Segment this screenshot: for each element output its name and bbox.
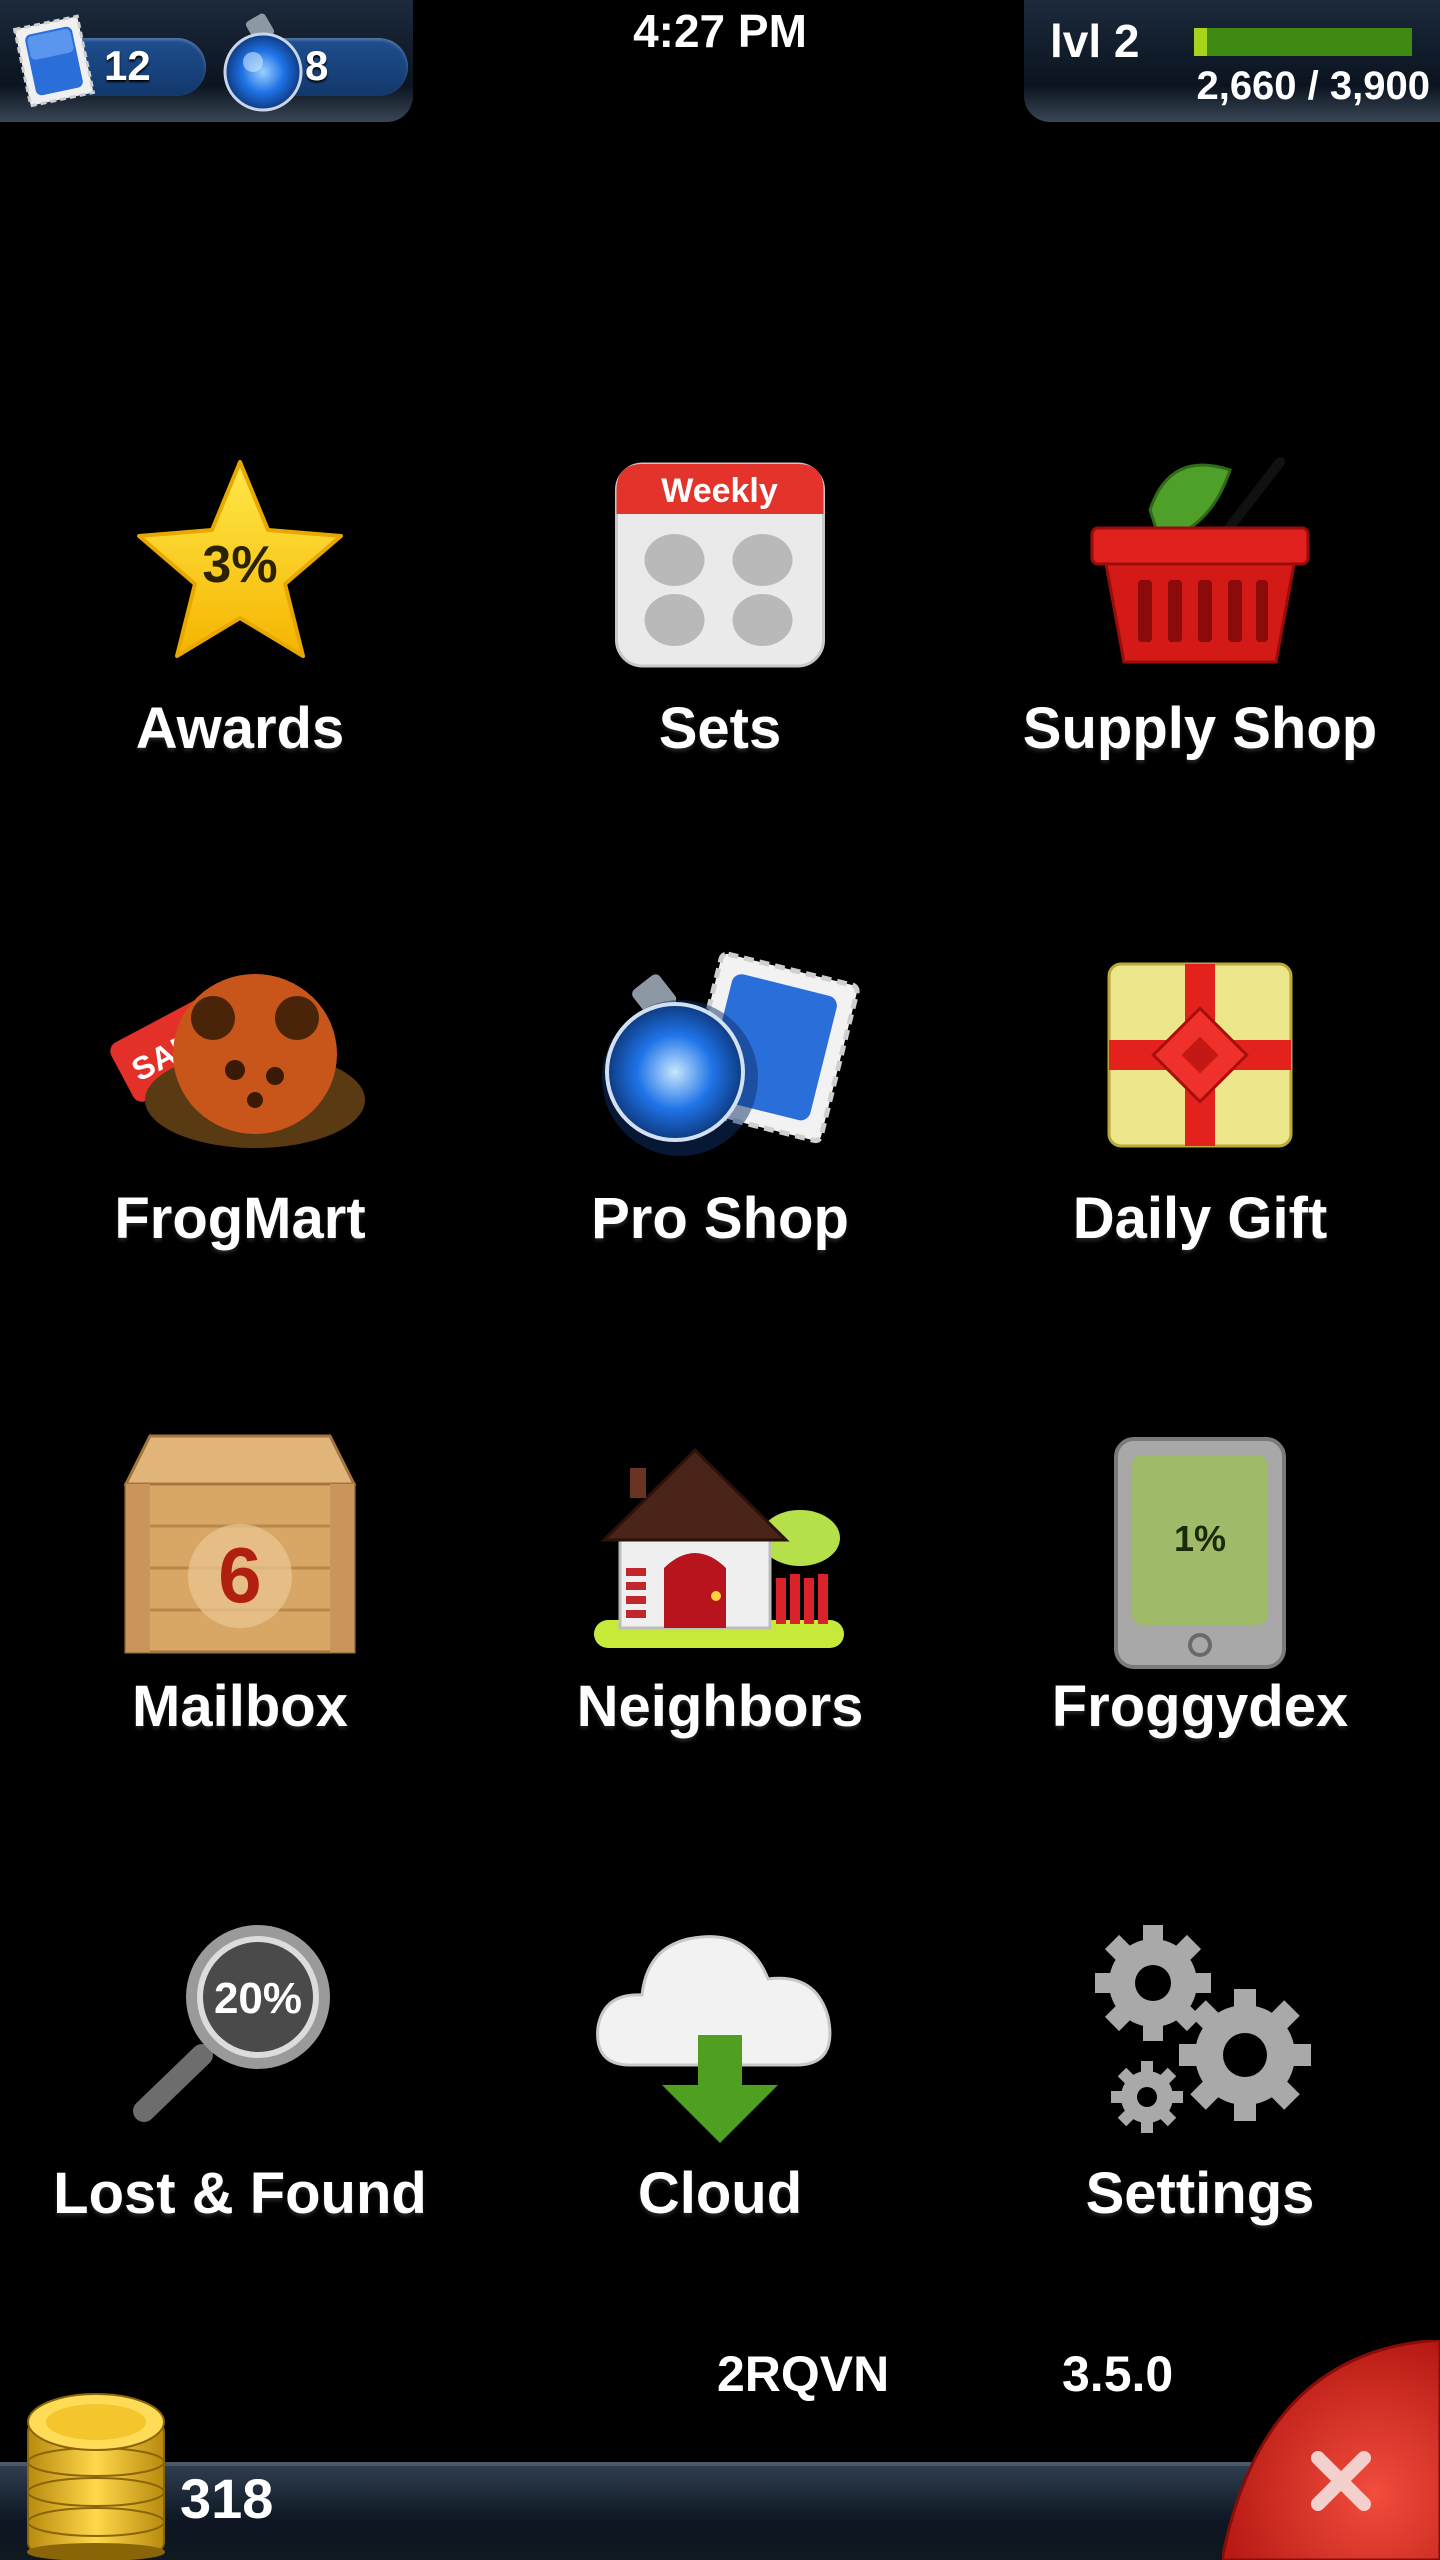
- frog-sale-icon: SALE: [110, 974, 365, 1148]
- menu-item-label: Sets: [658, 696, 782, 761]
- menu-item-label: Supply Shop: [1022, 696, 1378, 761]
- menu-item-label: Settings: [1085, 2161, 1315, 2226]
- player-code: 2RQVN: [717, 2346, 890, 2402]
- coins-icon: [27, 2393, 165, 2560]
- menu-item-awards[interactable]: 3% Awards: [20, 420, 460, 780]
- magnifier-icon: 20%: [133, 1925, 330, 2122]
- lost-found-badge: 20%: [214, 1974, 302, 2023]
- menu-item-frogmart[interactable]: SALE FrogMart: [20, 910, 460, 1270]
- menu-item-sets[interactable]: Weekly Sets: [500, 420, 940, 780]
- xp-bar: [1194, 28, 1412, 56]
- menu-item-supply-shop[interactable]: Supply Shop: [980, 420, 1420, 780]
- awards-badge: 3%: [202, 536, 277, 594]
- menu-item-label: Pro Shop: [591, 1186, 849, 1251]
- weekly-calendar-icon: Weekly: [615, 462, 825, 668]
- sets-badge: Weekly: [661, 472, 778, 510]
- menu-item-label: Awards: [135, 696, 345, 761]
- crate-icon: 6: [123, 1434, 357, 1654]
- coins-count: 318: [180, 2467, 274, 2530]
- menu-item-daily-gift[interactable]: Daily Gift: [980, 910, 1420, 1270]
- menu-item-pro-shop[interactable]: Pro Shop: [500, 910, 940, 1270]
- menu-item-label: Froggydex: [1051, 1674, 1349, 1739]
- menu-item-lost-and-found[interactable]: 20% Lost & Found: [20, 1885, 460, 2245]
- menu-item-label: Daily Gift: [1072, 1186, 1328, 1251]
- version-label: 3.5.0: [1062, 2346, 1174, 2402]
- froggydex-badge: 1%: [1174, 1518, 1226, 1559]
- potion-stamp-icon: [602, 951, 860, 1156]
- device-icon: 1%: [1114, 1437, 1286, 1669]
- menu-item-label: Lost & Found: [53, 2161, 427, 2226]
- menu-item-label: Neighbors: [576, 1674, 864, 1739]
- basket-icon: [1090, 457, 1310, 664]
- menu-item-neighbors[interactable]: Neighbors: [500, 1398, 940, 1758]
- close-button[interactable]: [1222, 2340, 1440, 2560]
- menu-item-settings[interactable]: Settings: [980, 1885, 1420, 2245]
- gift-icon: [1107, 962, 1293, 1148]
- house-icon: [594, 1447, 844, 1648]
- gears-icon: [1095, 1925, 1311, 2133]
- level-label: lvl 2: [1050, 15, 1140, 67]
- menu-item-cloud[interactable]: Cloud: [500, 1885, 940, 2245]
- star-icon: 3%: [137, 460, 343, 658]
- menu-item-mailbox[interactable]: 6 Mailbox: [20, 1398, 460, 1758]
- xp-text: 2,660 / 3,900: [1196, 64, 1430, 108]
- xp-bar-fill: [1194, 28, 1208, 56]
- menu-item-label: Cloud: [637, 2161, 803, 2226]
- menu-item-froggydex[interactable]: 1% Froggydex: [980, 1398, 1420, 1758]
- cloud-download-icon: [596, 1935, 832, 2143]
- menu-item-label: Mailbox: [132, 1674, 348, 1739]
- menu-item-label: FrogMart: [114, 1186, 366, 1251]
- mailbox-badge: 6: [218, 1531, 261, 1619]
